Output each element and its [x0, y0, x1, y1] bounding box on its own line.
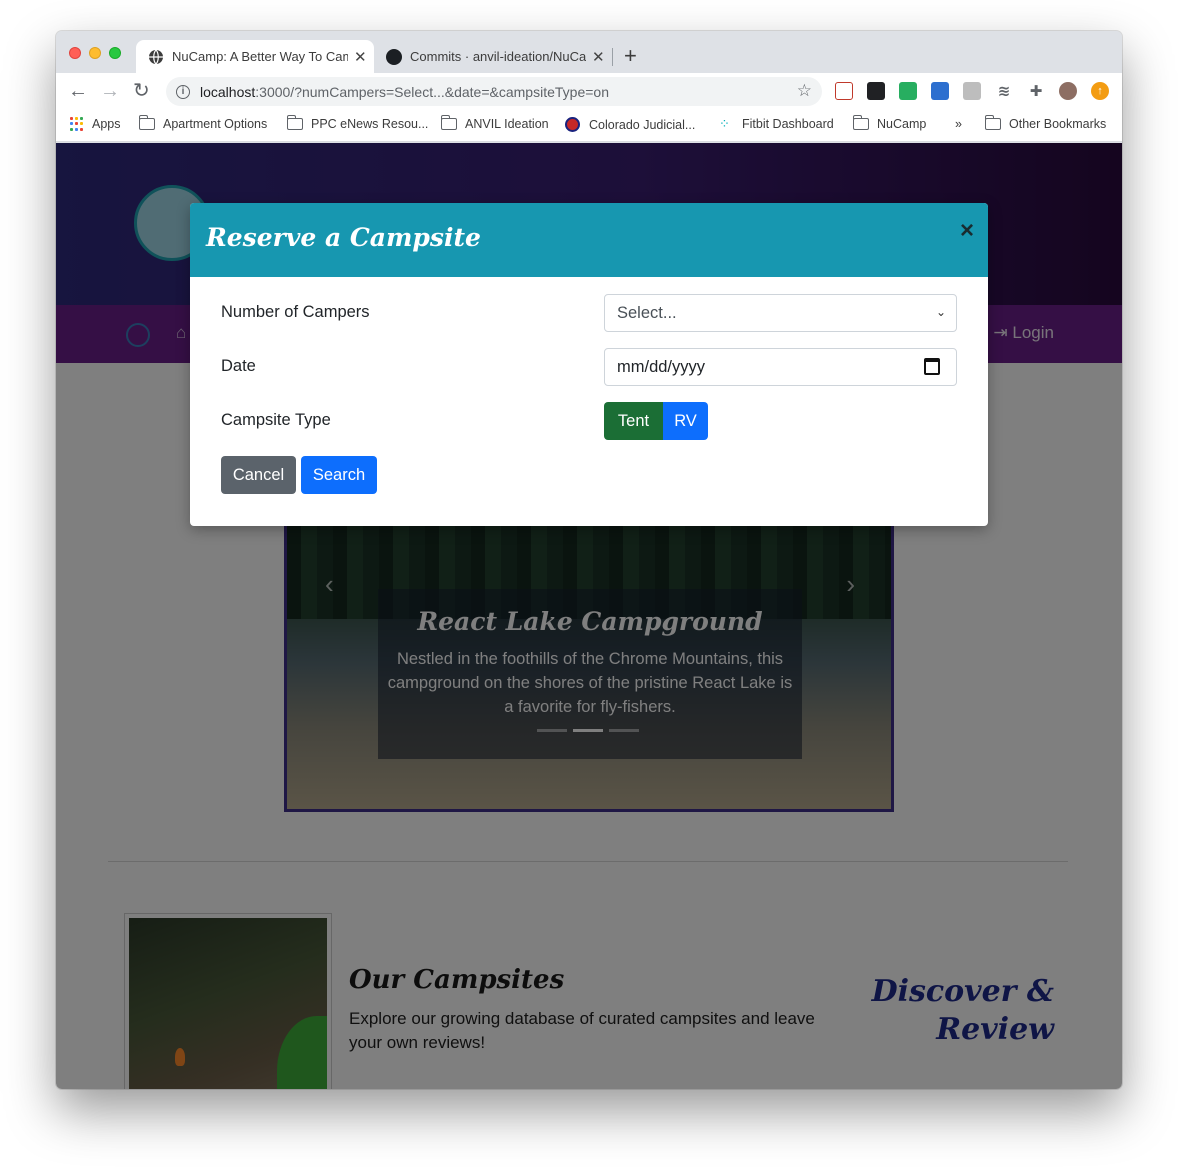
- mail-extension-icon[interactable]: [931, 82, 949, 100]
- colorado-flag-icon: [565, 117, 580, 132]
- star-icon[interactable]: ☆: [797, 81, 812, 101]
- github-icon: [386, 48, 402, 65]
- search-button[interactable]: Search: [301, 456, 377, 494]
- tab-close-icon[interactable]: ✕: [592, 48, 605, 66]
- tab-separator: [612, 48, 613, 66]
- reader-extension-icon[interactable]: [963, 82, 981, 100]
- browser-window: NuCamp: A Better Way To Camp ✕ Commits ·…: [56, 31, 1122, 1089]
- calendar-icon[interactable]: [924, 358, 940, 375]
- modal-header: Reserve a Campsite ×: [190, 203, 988, 277]
- cancel-button[interactable]: Cancel: [221, 456, 296, 494]
- fitbit-icon: ⁘: [719, 116, 730, 131]
- folder-icon: [440, 115, 457, 130]
- bookmarks-bar: Apps Apartment Options PPC eNews Resou..…: [56, 110, 1122, 142]
- folder-icon: [286, 115, 303, 130]
- apps-grid-icon: [70, 117, 84, 131]
- bookmarks-overflow-button[interactable]: »: [955, 117, 962, 131]
- campsite-type-label: Campsite Type: [221, 411, 331, 429]
- tab-close-icon[interactable]: ✕: [354, 48, 367, 66]
- layers-extension-icon[interactable]: ≋: [995, 82, 1013, 100]
- bookmark-apps[interactable]: Apps: [70, 117, 121, 131]
- tent-toggle-button[interactable]: Tent: [604, 402, 663, 440]
- close-icon[interactable]: ×: [960, 217, 974, 245]
- address-bar[interactable]: i localhost:3000/?numCampers=Select...&d…: [166, 77, 822, 106]
- calendar-extension-icon[interactable]: [835, 82, 853, 100]
- forward-arrow-icon[interactable]: →: [100, 79, 120, 103]
- info-icon[interactable]: i: [176, 84, 190, 99]
- bookmark-apartment-options[interactable]: Apartment Options: [138, 115, 267, 131]
- date-label: Date: [221, 357, 256, 375]
- puzzle-extensions-icon[interactable]: ✚: [1027, 82, 1045, 100]
- bookmark-other[interactable]: Other Bookmarks: [984, 115, 1106, 131]
- date-input[interactable]: mm/dd/yyyy: [604, 348, 957, 386]
- modal-title: Reserve a Campsite: [206, 223, 481, 252]
- window-close-button[interactable]: [69, 47, 81, 59]
- tab-nucamp[interactable]: NuCamp: A Better Way To Camp ✕: [136, 40, 374, 73]
- tab-title: NuCamp: A Better Way To Camp: [172, 49, 348, 64]
- tab-title: Commits · anvil-ideation/NuCamp: [410, 49, 586, 64]
- bookmark-nucamp[interactable]: NuCamp: [852, 115, 926, 131]
- rv-toggle-button[interactable]: RV: [663, 402, 708, 440]
- update-icon[interactable]: ↑: [1091, 82, 1109, 100]
- inbox-extension-icon[interactable]: [867, 82, 885, 100]
- bookmark-anvil-ideation[interactable]: ANVIL Ideation: [440, 115, 549, 131]
- grammar-extension-icon[interactable]: [899, 82, 917, 100]
- page-viewport: ⌂ ⇥ Login ‹ › React Lake Campground Nest…: [56, 143, 1122, 1089]
- tab-strip: NuCamp: A Better Way To Camp ✕ Commits ·…: [56, 31, 1122, 73]
- window-minimize-button[interactable]: [89, 47, 101, 59]
- globe-icon: [148, 49, 164, 65]
- campers-label: Number of Campers: [221, 303, 370, 321]
- campers-select[interactable]: Select... ⌄: [604, 294, 957, 332]
- reload-icon[interactable]: ↻: [133, 79, 150, 103]
- reserve-campsite-modal: Reserve a Campsite × Number of Campers S…: [190, 203, 988, 526]
- browser-toolbar: ← → ↻ i localhost:3000/?numCampers=Selec…: [56, 73, 1122, 110]
- url-text: localhost:3000/?numCampers=Select...&dat…: [200, 83, 609, 100]
- back-arrow-icon[interactable]: ←: [68, 79, 88, 103]
- folder-icon: [138, 115, 155, 130]
- profile-avatar[interactable]: [1059, 82, 1077, 100]
- bookmark-colorado-judicial[interactable]: Colorado Judicial...: [565, 117, 695, 132]
- tab-commits[interactable]: Commits · anvil-ideation/NuCamp ✕: [374, 40, 612, 73]
- chevron-down-icon: ⌄: [935, 305, 946, 319]
- window-maximize-button[interactable]: [109, 47, 121, 59]
- new-tab-button[interactable]: +: [624, 44, 637, 68]
- folder-icon: [984, 115, 1001, 130]
- bookmark-ppc-enews[interactable]: PPC eNews Resou...: [286, 115, 428, 131]
- folder-icon: [852, 115, 869, 130]
- bookmark-fitbit[interactable]: ⁘ Fitbit Dashboard: [719, 116, 834, 132]
